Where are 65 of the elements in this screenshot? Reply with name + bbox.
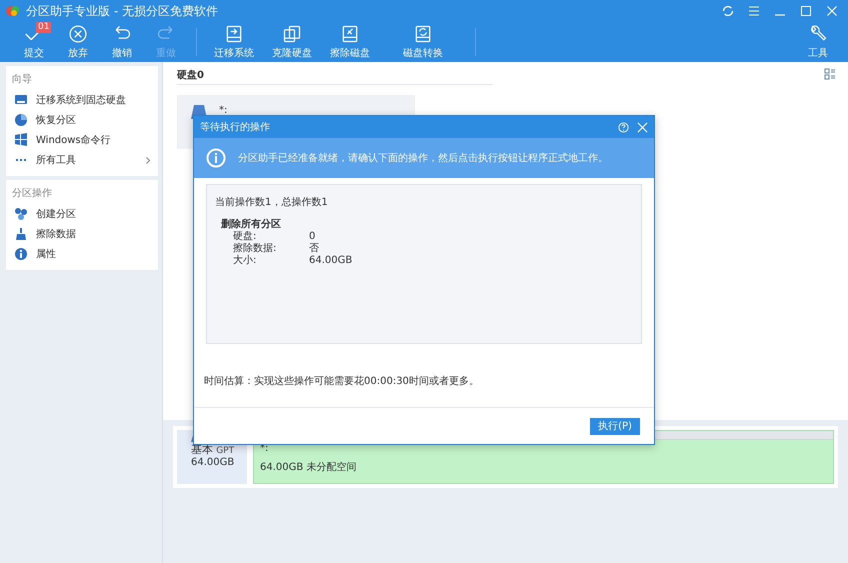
cancel-icon [68, 24, 88, 44]
partition-description: 64.00GB 未分配空间 [260, 460, 358, 474]
item-label: 所有工具 [36, 154, 77, 167]
info-icon [206, 148, 226, 168]
item-label: Windows命令行 [36, 134, 112, 147]
sidebar-item[interactable]: 属性 [6, 244, 158, 264]
drive-icon [14, 93, 28, 107]
toolbar-button[interactable]: 放弃 [56, 22, 100, 62]
sidebar-item[interactable]: 所有工具 [6, 150, 158, 170]
item-label: 恢复分区 [36, 114, 77, 127]
close-icon [637, 122, 648, 132]
section-title: 向导 [11, 73, 33, 87]
pie-icon [14, 113, 28, 127]
close-icon [827, 6, 837, 16]
app-logo-icon [6, 5, 20, 17]
item-label: 擦除数据 [36, 228, 77, 241]
sidebar-item[interactable]: 恢复分区 [6, 110, 158, 130]
sidebar-item[interactable]: 创建分区 [6, 204, 158, 224]
detail-label: 大小: [233, 255, 258, 266]
detail-label: 擦除数据: [233, 243, 278, 254]
windows-icon [14, 133, 28, 147]
time-estimate: 时间估算：实现这些操作可能需要花00:00:30时间或者更多。 [204, 374, 480, 388]
partition-label: *: [219, 105, 228, 116]
toolbar-button[interactable]: 擦除磁盘 [321, 22, 379, 62]
sidebar-item[interactable]: 擦除数据 [6, 224, 158, 244]
help-icon [618, 122, 629, 132]
operation-count: 当前操作数1，总操作数1 [215, 196, 329, 209]
close-button[interactable] [637, 122, 648, 132]
view-toggle-icon[interactable] [824, 68, 836, 80]
partition-style: GPT [216, 446, 234, 456]
toolbar-button[interactable]: 磁盘转换 [379, 22, 467, 62]
maximize-icon [801, 6, 811, 16]
info-text: 分区助手已经准备就绪，请确认下面的操作，然后点击执行按钮让程序正式地工作。 [238, 152, 608, 165]
window-title: 分区助手专业版 - 无损分区免费软件 [26, 2, 219, 20]
tools-button[interactable]: 工具 [796, 22, 840, 62]
detail-value: 0 [309, 231, 316, 242]
disk-eraser-icon [340, 24, 360, 44]
disk-capacity: 64.00GB [191, 457, 236, 468]
detail-value: 64.00GB [309, 255, 354, 266]
count-badge: 01 [36, 22, 52, 33]
dialog-title: 等待执行的操作 [200, 120, 271, 134]
detail-value: 否 [309, 243, 320, 254]
broom-icon [14, 227, 28, 241]
toolbar-button[interactable]: 撤销 [100, 22, 144, 62]
toolbar-button[interactable]: 克隆硬盘 [263, 22, 321, 62]
item-label: 创建分区 [36, 208, 77, 221]
circles-icon [14, 207, 28, 221]
toolbar-button[interactable]: 迁移系统 [205, 22, 263, 62]
sidebar-item[interactable]: Windows命令行 [6, 130, 158, 150]
disk-refresh-icon [413, 24, 433, 44]
item-label: 属性 [36, 248, 57, 261]
info-icon [14, 247, 28, 261]
operation-title: 删除所有分区 [221, 218, 282, 231]
disk-copy-icon [282, 24, 302, 44]
section-title: 分区操作 [11, 187, 53, 201]
item-label: 迁移系统到固态硬盘 [36, 94, 127, 107]
execute-button[interactable]: 执行(P) [590, 418, 640, 434]
minimize-icon [775, 14, 785, 16]
help-button[interactable] [618, 122, 629, 132]
menu-icon [749, 6, 759, 16]
sidebar-item[interactable]: 迁移系统到固态硬盘 [6, 90, 158, 110]
toolbar-button[interactable]: 提交 01 [12, 22, 56, 62]
detail-label: 硬盘: [233, 231, 258, 242]
disk-header: 硬盘0 [177, 68, 204, 82]
refresh-icon [723, 6, 733, 16]
